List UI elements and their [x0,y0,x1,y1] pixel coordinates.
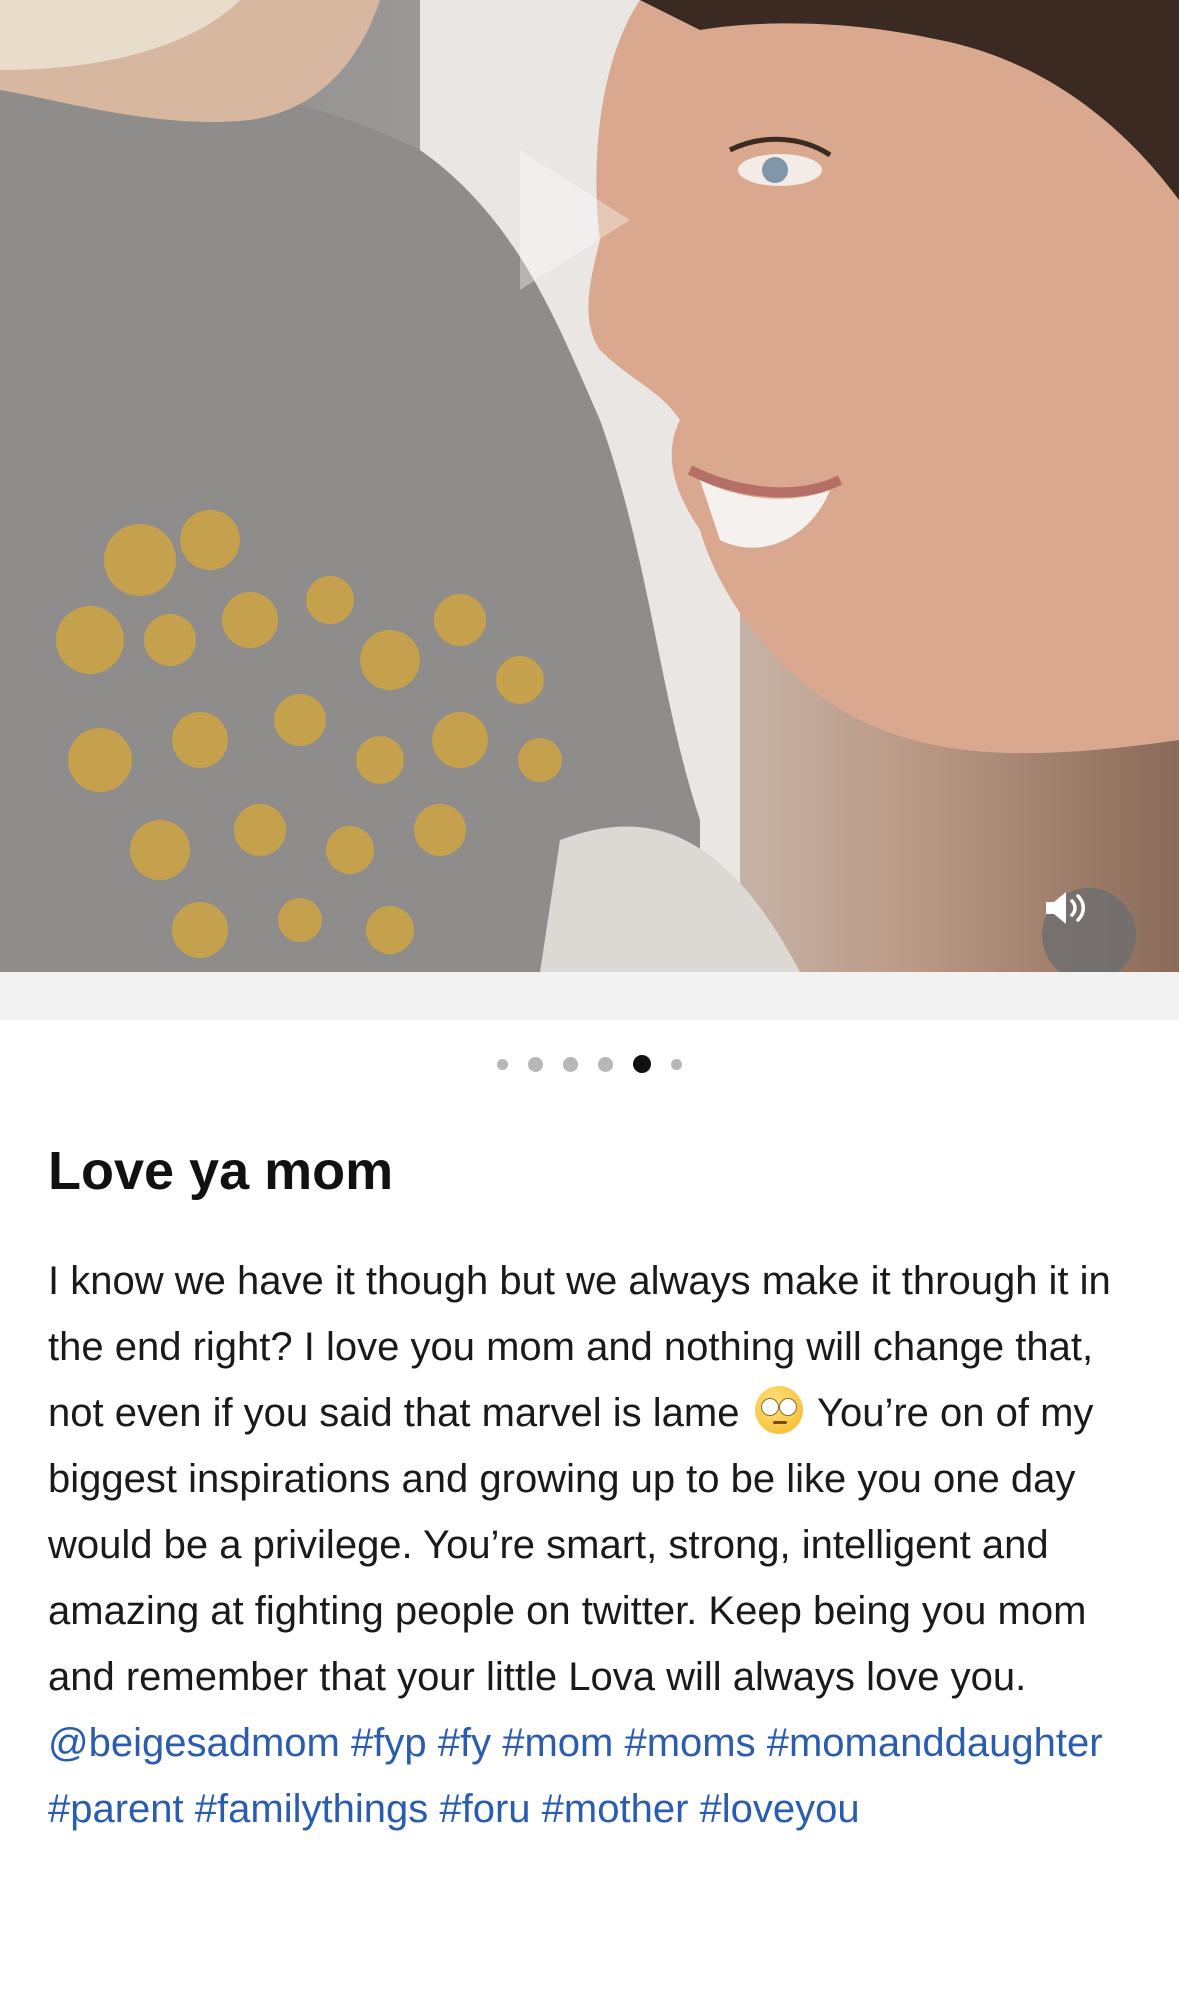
carousel-dot-4[interactable] [598,1056,613,1072]
hashtag-link[interactable]: #loveyou [700,1787,860,1831]
hashtag-link[interactable]: #foru [439,1787,530,1831]
hashtag-link[interactable]: #familythings [195,1787,428,1831]
hashtag-link[interactable]: #parent [48,1787,184,1831]
post-title: Love ya mom [48,1141,394,1201]
carousel-dot-5-active[interactable] [633,1055,651,1073]
carousel-pagination[interactable] [0,1050,1179,1078]
carousel-dot-3[interactable] [563,1056,578,1072]
carousel-dot-2[interactable] [528,1056,543,1072]
hashtag-link[interactable]: #fyp [351,1721,427,1765]
hashtag-link[interactable]: #fy [438,1721,491,1765]
mention-link[interactable]: @beigesadmom [48,1721,340,1765]
hashtag-link[interactable]: #mom [502,1721,613,1765]
hashtag-link[interactable]: #moms [624,1721,755,1765]
hashtag-link[interactable]: #momanddaughter [767,1721,1103,1765]
eye-roll-emoji-icon [754,1386,803,1434]
post-caption: I know we have it though but we always m… [48,1248,1158,1842]
speaker-on-icon [1046,892,1085,924]
photo-illustration [0,0,1179,972]
hashtag-link[interactable]: #mother [542,1787,689,1831]
media-divider [0,972,1179,1020]
caption-text-part-2: You’re on of my biggest inspirations and… [48,1391,1094,1699]
post-media-image[interactable] [0,0,1179,972]
play-overlay-icon [520,150,630,290]
carousel-dot-6[interactable] [671,1058,682,1070]
carousel-dot-1[interactable] [497,1058,508,1070]
sound-toggle-button[interactable] [1042,888,1136,972]
